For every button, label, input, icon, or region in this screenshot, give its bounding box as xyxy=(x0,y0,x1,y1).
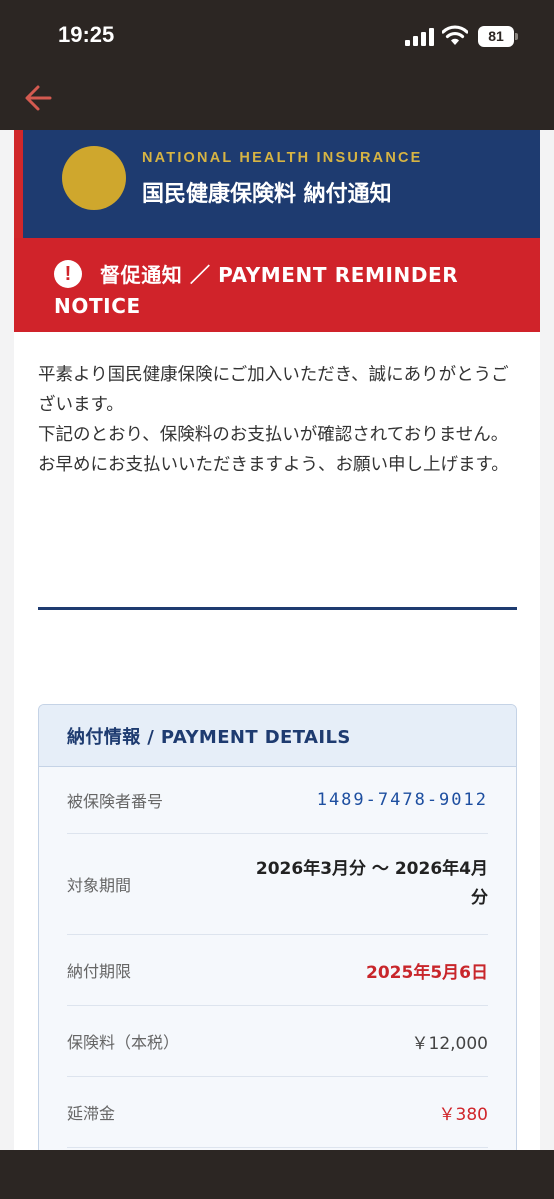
detail-label: 延滞金 xyxy=(67,1104,116,1123)
period-value: 2026年3月分 〜 2026年4月分 xyxy=(255,859,488,908)
bottom-bar xyxy=(0,1150,554,1199)
back-arrow-icon[interactable] xyxy=(20,78,60,118)
detail-row-premium: 保険料（本税） ￥12,000 xyxy=(67,1006,488,1077)
detail-row-late-fee: 延滞金 ￥380 xyxy=(67,1077,488,1148)
battery-icon: 81 xyxy=(478,26,518,47)
insured-number-value: 1489-7478-9012 xyxy=(316,790,488,810)
message-paragraph: お早めにお支払いいただきますよう、お願い申し上げます。 xyxy=(38,455,509,475)
detail-row-period: 対象期間 2026年3月分 〜 2026年4月分 xyxy=(67,834,488,935)
status-time: 19:25 xyxy=(58,22,115,47)
cellular-signal-icon xyxy=(405,28,435,46)
message-paragraph: 下記のとおり、保険料のお支払いが確認されておりません。 xyxy=(38,425,509,445)
detail-label: 対象期間 xyxy=(67,876,132,895)
status-bar: 19:25 81 xyxy=(0,0,554,72)
notice-header: NATIONAL HEALTH INSURANCE 国民健康保険料 納付通知 xyxy=(14,130,540,238)
battery-level: 81 xyxy=(488,28,504,44)
nav-bar xyxy=(0,72,554,130)
section-divider xyxy=(38,607,517,610)
premium-value: ￥12,000 xyxy=(411,1033,488,1054)
detail-row-insured-number: 被保険者番号 1489-7478-9012 xyxy=(67,767,488,834)
alert-banner: ! 督促通知 ／ PAYMENT REMINDER NOTICE xyxy=(14,238,540,332)
detail-label: 保険料（本税） xyxy=(67,1033,180,1052)
detail-label: 被保険者番号 xyxy=(67,792,164,811)
header-title-jp: 国民健康保険料 納付通知 xyxy=(142,182,392,207)
late-fee-value: ￥380 xyxy=(438,1104,488,1125)
detail-row-due-date: 納付期限 2025年5月6日 xyxy=(67,935,488,1006)
seal-emblem-icon xyxy=(62,146,126,210)
payment-details-heading: 納付情報 / PAYMENT DETAILS xyxy=(39,705,516,767)
wifi-icon xyxy=(442,25,468,45)
notice-message: 平素より国民健康保険にご加入いただき、誠にありがとうございます。 下記のとおり、… xyxy=(38,360,522,480)
alert-text: 督促通知 ／ PAYMENT REMINDER NOTICE xyxy=(54,263,459,318)
payment-details-card: 納付情報 / PAYMENT DETAILS 被保険者番号 1489-7478-… xyxy=(38,704,517,1150)
due-date-value: 2025年5月6日 xyxy=(366,962,488,983)
message-paragraph: 平素より国民健康保険にご加入いただき、誠にありがとうございます。 xyxy=(38,365,509,415)
detail-label: 納付期限 xyxy=(67,962,132,981)
header-title-en: NATIONAL HEALTH INSURANCE xyxy=(142,150,423,166)
notice-page: NATIONAL HEALTH INSURANCE 国民健康保険料 納付通知 !… xyxy=(14,130,540,1150)
